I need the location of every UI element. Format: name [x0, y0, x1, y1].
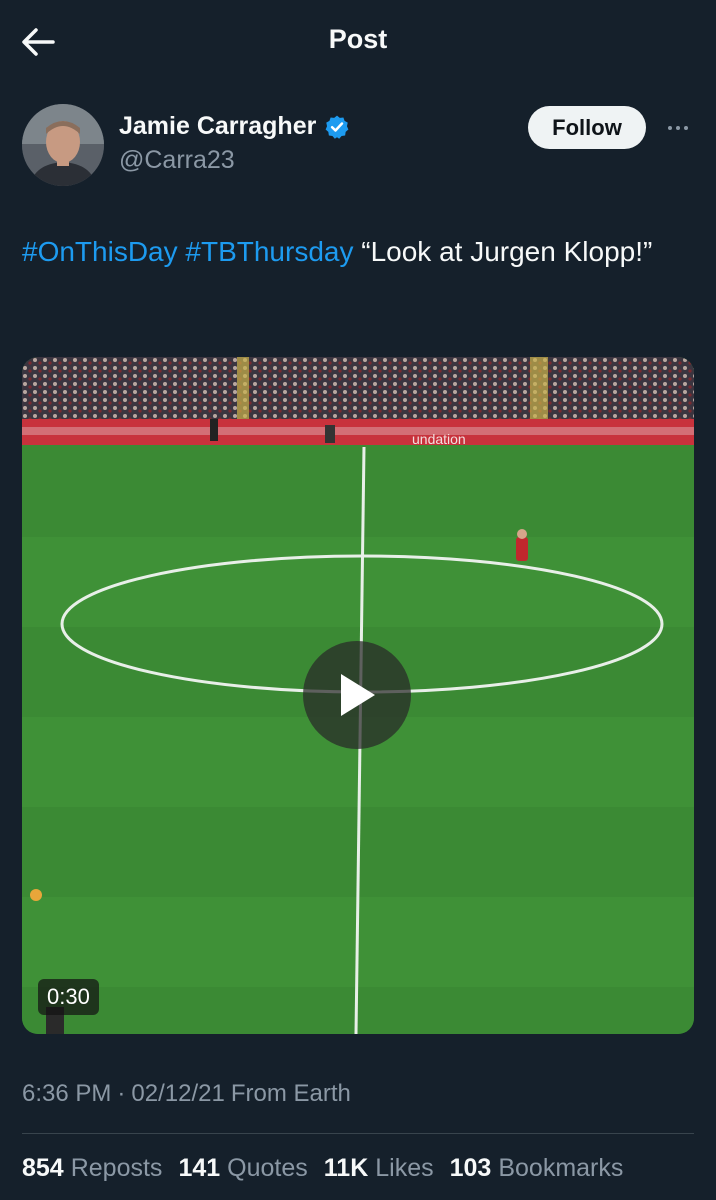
bookmarks-stat[interactable]: 103 Bookmarks	[450, 1154, 624, 1183]
likes-label: Likes	[375, 1154, 434, 1182]
post-source: From Earth	[230, 1080, 351, 1107]
post-date: 02/12/21	[131, 1080, 225, 1107]
bookmarks-count: 103	[449, 1154, 492, 1182]
bookmarks-label: Bookmarks	[498, 1154, 624, 1182]
likes-stat[interactable]: 11K Likes	[324, 1154, 434, 1183]
quotes-label: Quotes	[227, 1154, 308, 1182]
quotes-count: 141	[178, 1154, 221, 1182]
avatar-image	[22, 104, 104, 186]
more-dot-icon	[684, 126, 688, 130]
more-options-button[interactable]	[662, 114, 694, 142]
advertising-board-text: undation	[412, 431, 466, 447]
play-button[interactable]	[303, 641, 411, 749]
avatar[interactable]	[22, 104, 104, 186]
more-dot-icon	[676, 126, 680, 130]
tweet-text: #OnThisDay #TBThursday “Look at Jurgen K…	[22, 232, 692, 272]
meta-separator: ·	[117, 1080, 126, 1107]
author-handle[interactable]: @Carra23	[119, 146, 235, 175]
top-bar: Post	[0, 0, 716, 82]
quotes-stat[interactable]: 141 Quotes	[178, 1154, 307, 1183]
likes-count: 11K	[323, 1154, 369, 1182]
reposts-stat[interactable]: 854 Reposts	[22, 1154, 162, 1183]
engagement-stats: 854 Reposts 141 Quotes 11K Likes 103 Boo…	[22, 1154, 623, 1183]
page-title: Post	[328, 24, 388, 54]
follow-button[interactable]: Follow	[528, 106, 646, 149]
more-dot-icon	[668, 126, 672, 130]
video-duration: 0:30	[38, 979, 99, 1015]
play-icon	[341, 674, 375, 716]
hashtag-tbthursday[interactable]: #TBThursday	[185, 236, 353, 267]
hashtag-onthisday[interactable]: #OnThisDay	[22, 236, 178, 267]
tweet-body: “Look at Jurgen Klopp!”	[353, 236, 653, 267]
reposts-count: 854	[22, 1154, 64, 1182]
divider	[22, 1133, 694, 1134]
reposts-label: Reposts	[70, 1154, 163, 1182]
author-name-row: Jamie Carragher	[119, 112, 350, 141]
post-metadata: 6:36 PM · 02/12/21 From Earth	[22, 1080, 351, 1108]
verified-badge-icon	[325, 115, 349, 139]
video-player[interactable]: undation 0:30	[22, 357, 694, 1034]
post-time: 6:36 PM	[22, 1080, 112, 1107]
author-name[interactable]: Jamie Carragher	[119, 112, 316, 141]
